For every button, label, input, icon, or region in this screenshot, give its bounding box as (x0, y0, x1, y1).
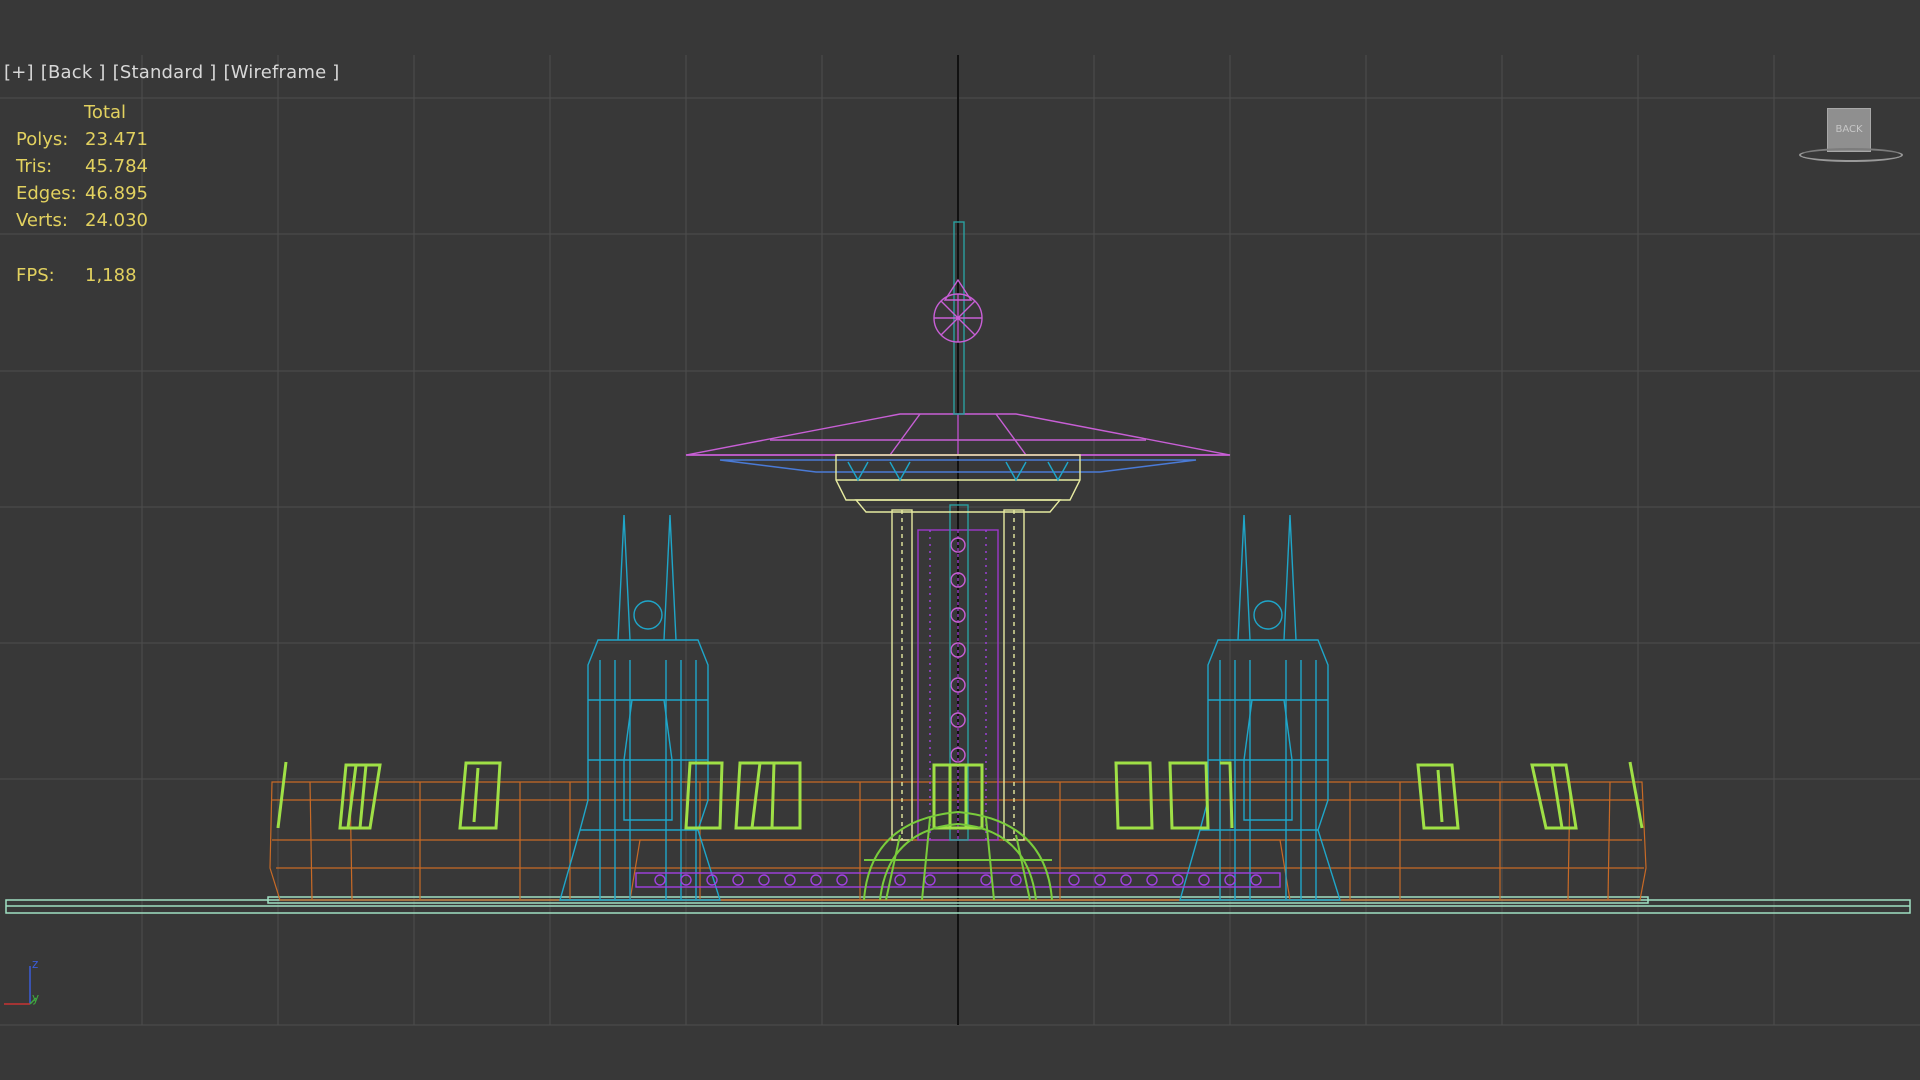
axis-y-label: y (32, 991, 39, 1005)
viewport-menu-plus[interactable]: [+] (4, 62, 34, 83)
viewport-grid (0, 55, 1920, 1026)
viewport-shading-standard-menu[interactable]: [Standard ] (113, 62, 217, 83)
stats-value: 45.784 (85, 156, 148, 177)
stats-value: 23.471 (85, 129, 148, 150)
wireframe-scene[interactable] (0, 0, 1920, 1080)
stats-label: Edges: (16, 183, 77, 204)
stats-value: 46.895 (85, 183, 148, 204)
viewcube[interactable]: BACK (1795, 104, 1905, 164)
stats-label: Tris: (16, 156, 53, 177)
viewport-display-mode-menu[interactable]: [Wireframe ] (223, 62, 339, 83)
green-benches[interactable] (276, 761, 1644, 830)
stats-total-header: Total (84, 102, 127, 123)
stats-value: 24.030 (85, 210, 148, 231)
right-spire-tower[interactable] (1179, 514, 1341, 901)
viewcube-back-face[interactable]: BACK (1827, 108, 1871, 152)
viewport-point-of-view-menu[interactable]: [Back ] (41, 62, 106, 83)
viewcube-compass-ring[interactable] (1799, 148, 1903, 162)
axis-z-label: z (32, 957, 38, 971)
viewport-label[interactable]: [+] [Back ] [Standard ] [Wireframe ] (4, 62, 347, 83)
stats-label: Polys: (16, 129, 69, 150)
stats-label: Verts: (16, 210, 68, 231)
perspective-viewport[interactable]: [+] [Back ] [Standard ] [Wireframe ] Total … (0, 0, 1920, 1080)
stats-value: 1,188 (85, 265, 137, 286)
axis-tripod: z y (4, 957, 39, 1005)
stats-label: FPS: (16, 265, 55, 286)
